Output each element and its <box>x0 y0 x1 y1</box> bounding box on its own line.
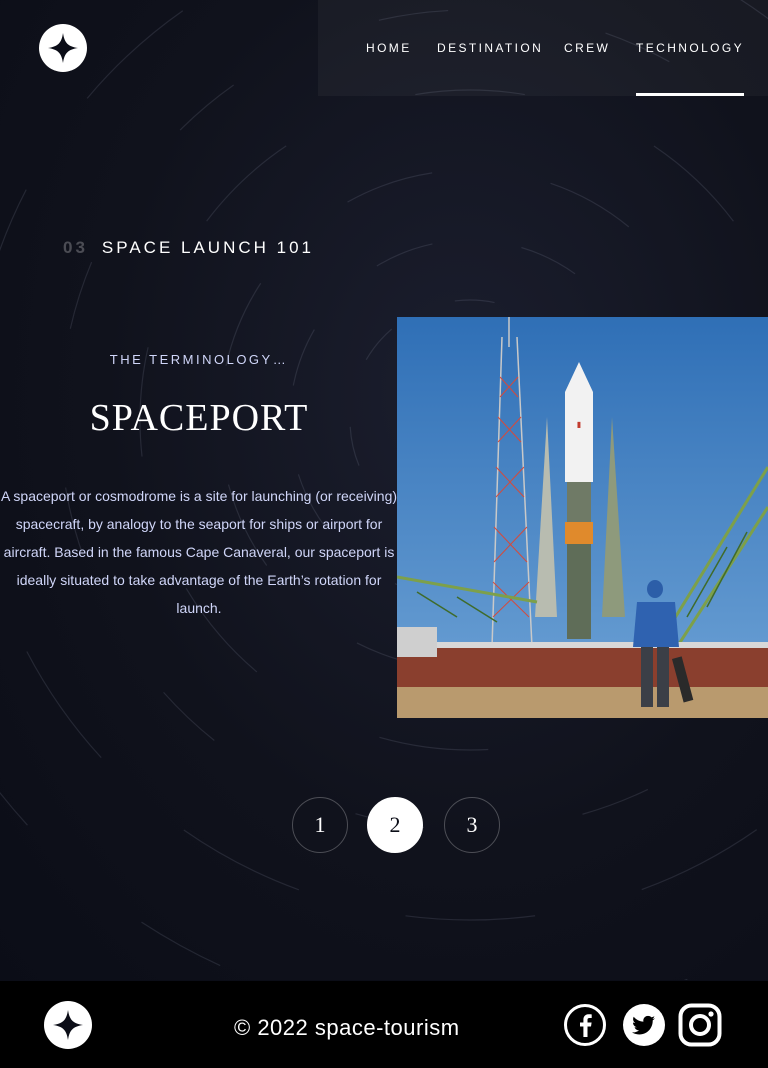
section-title: SPACE LAUNCH 101 <box>101 238 315 257</box>
svg-text:▮: ▮ <box>577 420 581 429</box>
spaceport-launch-image: ▮ <box>397 317 768 718</box>
instagram-icon[interactable] <box>678 1003 722 1047</box>
pagination-button-2[interactable]: 2 <box>367 797 423 853</box>
pagination-button-3[interactable]: 3 <box>444 797 500 853</box>
nav-home[interactable]: HOME <box>366 0 412 96</box>
logo[interactable] <box>39 24 87 72</box>
section-heading: 03 SPACE LAUNCH 101 <box>63 234 314 262</box>
facebook-icon[interactable] <box>563 1003 607 1047</box>
four-point-star-logo-icon <box>48 33 78 63</box>
nav-crew[interactable]: CREW <box>564 0 610 96</box>
main-navigation: HOME DESTINATION CREW TECHNOLOGY <box>318 0 768 96</box>
nav-technology[interactable]: TECHNOLOGY <box>636 0 745 96</box>
technology-name: SPACEPORT <box>89 397 309 439</box>
twitter-icon[interactable] <box>622 1003 666 1047</box>
four-point-star-logo-icon <box>53 1010 83 1040</box>
pagination-button-1[interactable]: 1 <box>292 797 348 853</box>
nav-destination[interactable]: DESTINATION <box>437 0 543 96</box>
section-number: 03 <box>63 238 88 257</box>
footer-logo[interactable] <box>44 1001 92 1049</box>
technology-description: A spaceport or cosmodrome is a site for … <box>0 488 398 616</box>
copyright-text: © 2022 space-tourism <box>234 1015 460 1040</box>
terminology-label: THE TERMINOLOGY… <box>109 352 289 367</box>
footer: © 2022 space-tourism <box>0 981 768 1068</box>
